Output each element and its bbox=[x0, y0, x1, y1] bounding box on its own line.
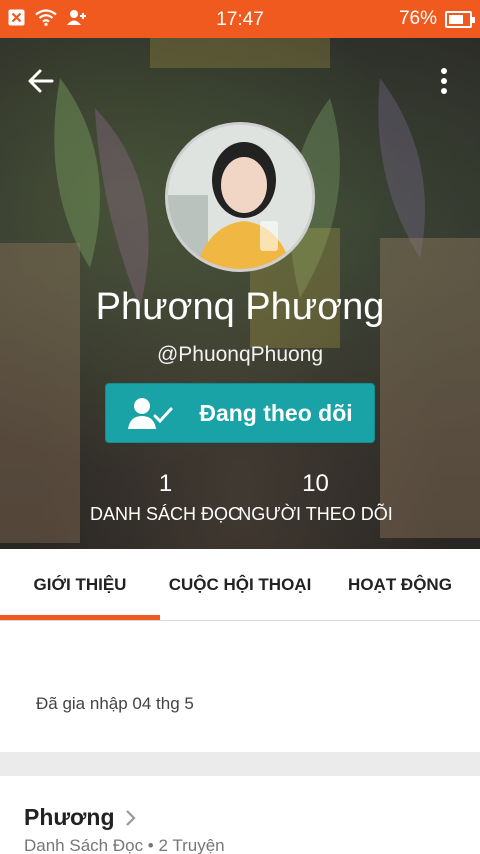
followers-stat[interactable]: 10 NGƯỜI THEO DÕI bbox=[238, 470, 393, 525]
section-divider bbox=[0, 752, 480, 776]
reading-list-subtitle: Danh Sách Đọc • 2 Truyện bbox=[24, 836, 225, 854]
arrow-left-icon bbox=[28, 69, 54, 93]
avatar-photo bbox=[168, 125, 312, 269]
about-section: Đã gia nhập 04 thg 5 bbox=[0, 622, 480, 752]
following-button[interactable]: Đang theo dõi bbox=[105, 383, 375, 443]
reading-lists-label: DANH SÁCH ĐỌC bbox=[89, 504, 241, 524]
chevron-right-icon bbox=[125, 809, 136, 826]
more-options-button[interactable] bbox=[432, 64, 456, 98]
profile-username: @PhuonqPhuong bbox=[156, 343, 324, 366]
reading-lists-count: 1 bbox=[158, 470, 173, 497]
more-vertical-icon bbox=[441, 68, 447, 94]
tab-conversations[interactable]: CUỘC HỘI THOẠI bbox=[160, 549, 320, 621]
tab-about[interactable]: GIỚI THIỆU bbox=[0, 549, 160, 621]
profile-header: Phươnq Phương @PhuonqPhuong Đang theo dõ… bbox=[0, 38, 480, 549]
profile-tabs: GIỚI THIỆU CUỘC HỘI THOẠI HOẠT ĐỘNG bbox=[0, 549, 480, 621]
active-tab-indicator bbox=[0, 615, 160, 620]
followers-count: 10 bbox=[302, 470, 329, 497]
reading-list-item[interactable]: Phương Danh Sách Đọc • 2 Truyện bbox=[0, 776, 480, 854]
profile-display-name: Phươnq Phương bbox=[95, 286, 385, 328]
avatar[interactable] bbox=[165, 122, 315, 272]
back-button[interactable] bbox=[24, 64, 58, 98]
status-bar: 17:47 76% bbox=[0, 0, 480, 38]
joined-date: Đã gia nhập 04 thg 5 bbox=[36, 694, 194, 713]
reading-list-title: Phương bbox=[24, 804, 115, 830]
reading-lists-stat[interactable]: 1 DANH SÁCH ĐỌC bbox=[88, 470, 243, 525]
person-check-icon bbox=[128, 398, 173, 429]
battery-percent: 76% bbox=[398, 8, 437, 29]
tab-activity[interactable]: HOẠT ĐỘNG bbox=[320, 549, 480, 621]
followers-label: NGƯỜI THEO DÕI bbox=[238, 504, 393, 524]
battery-icon bbox=[445, 10, 475, 28]
following-button-label: Đang theo dõi bbox=[199, 399, 353, 426]
